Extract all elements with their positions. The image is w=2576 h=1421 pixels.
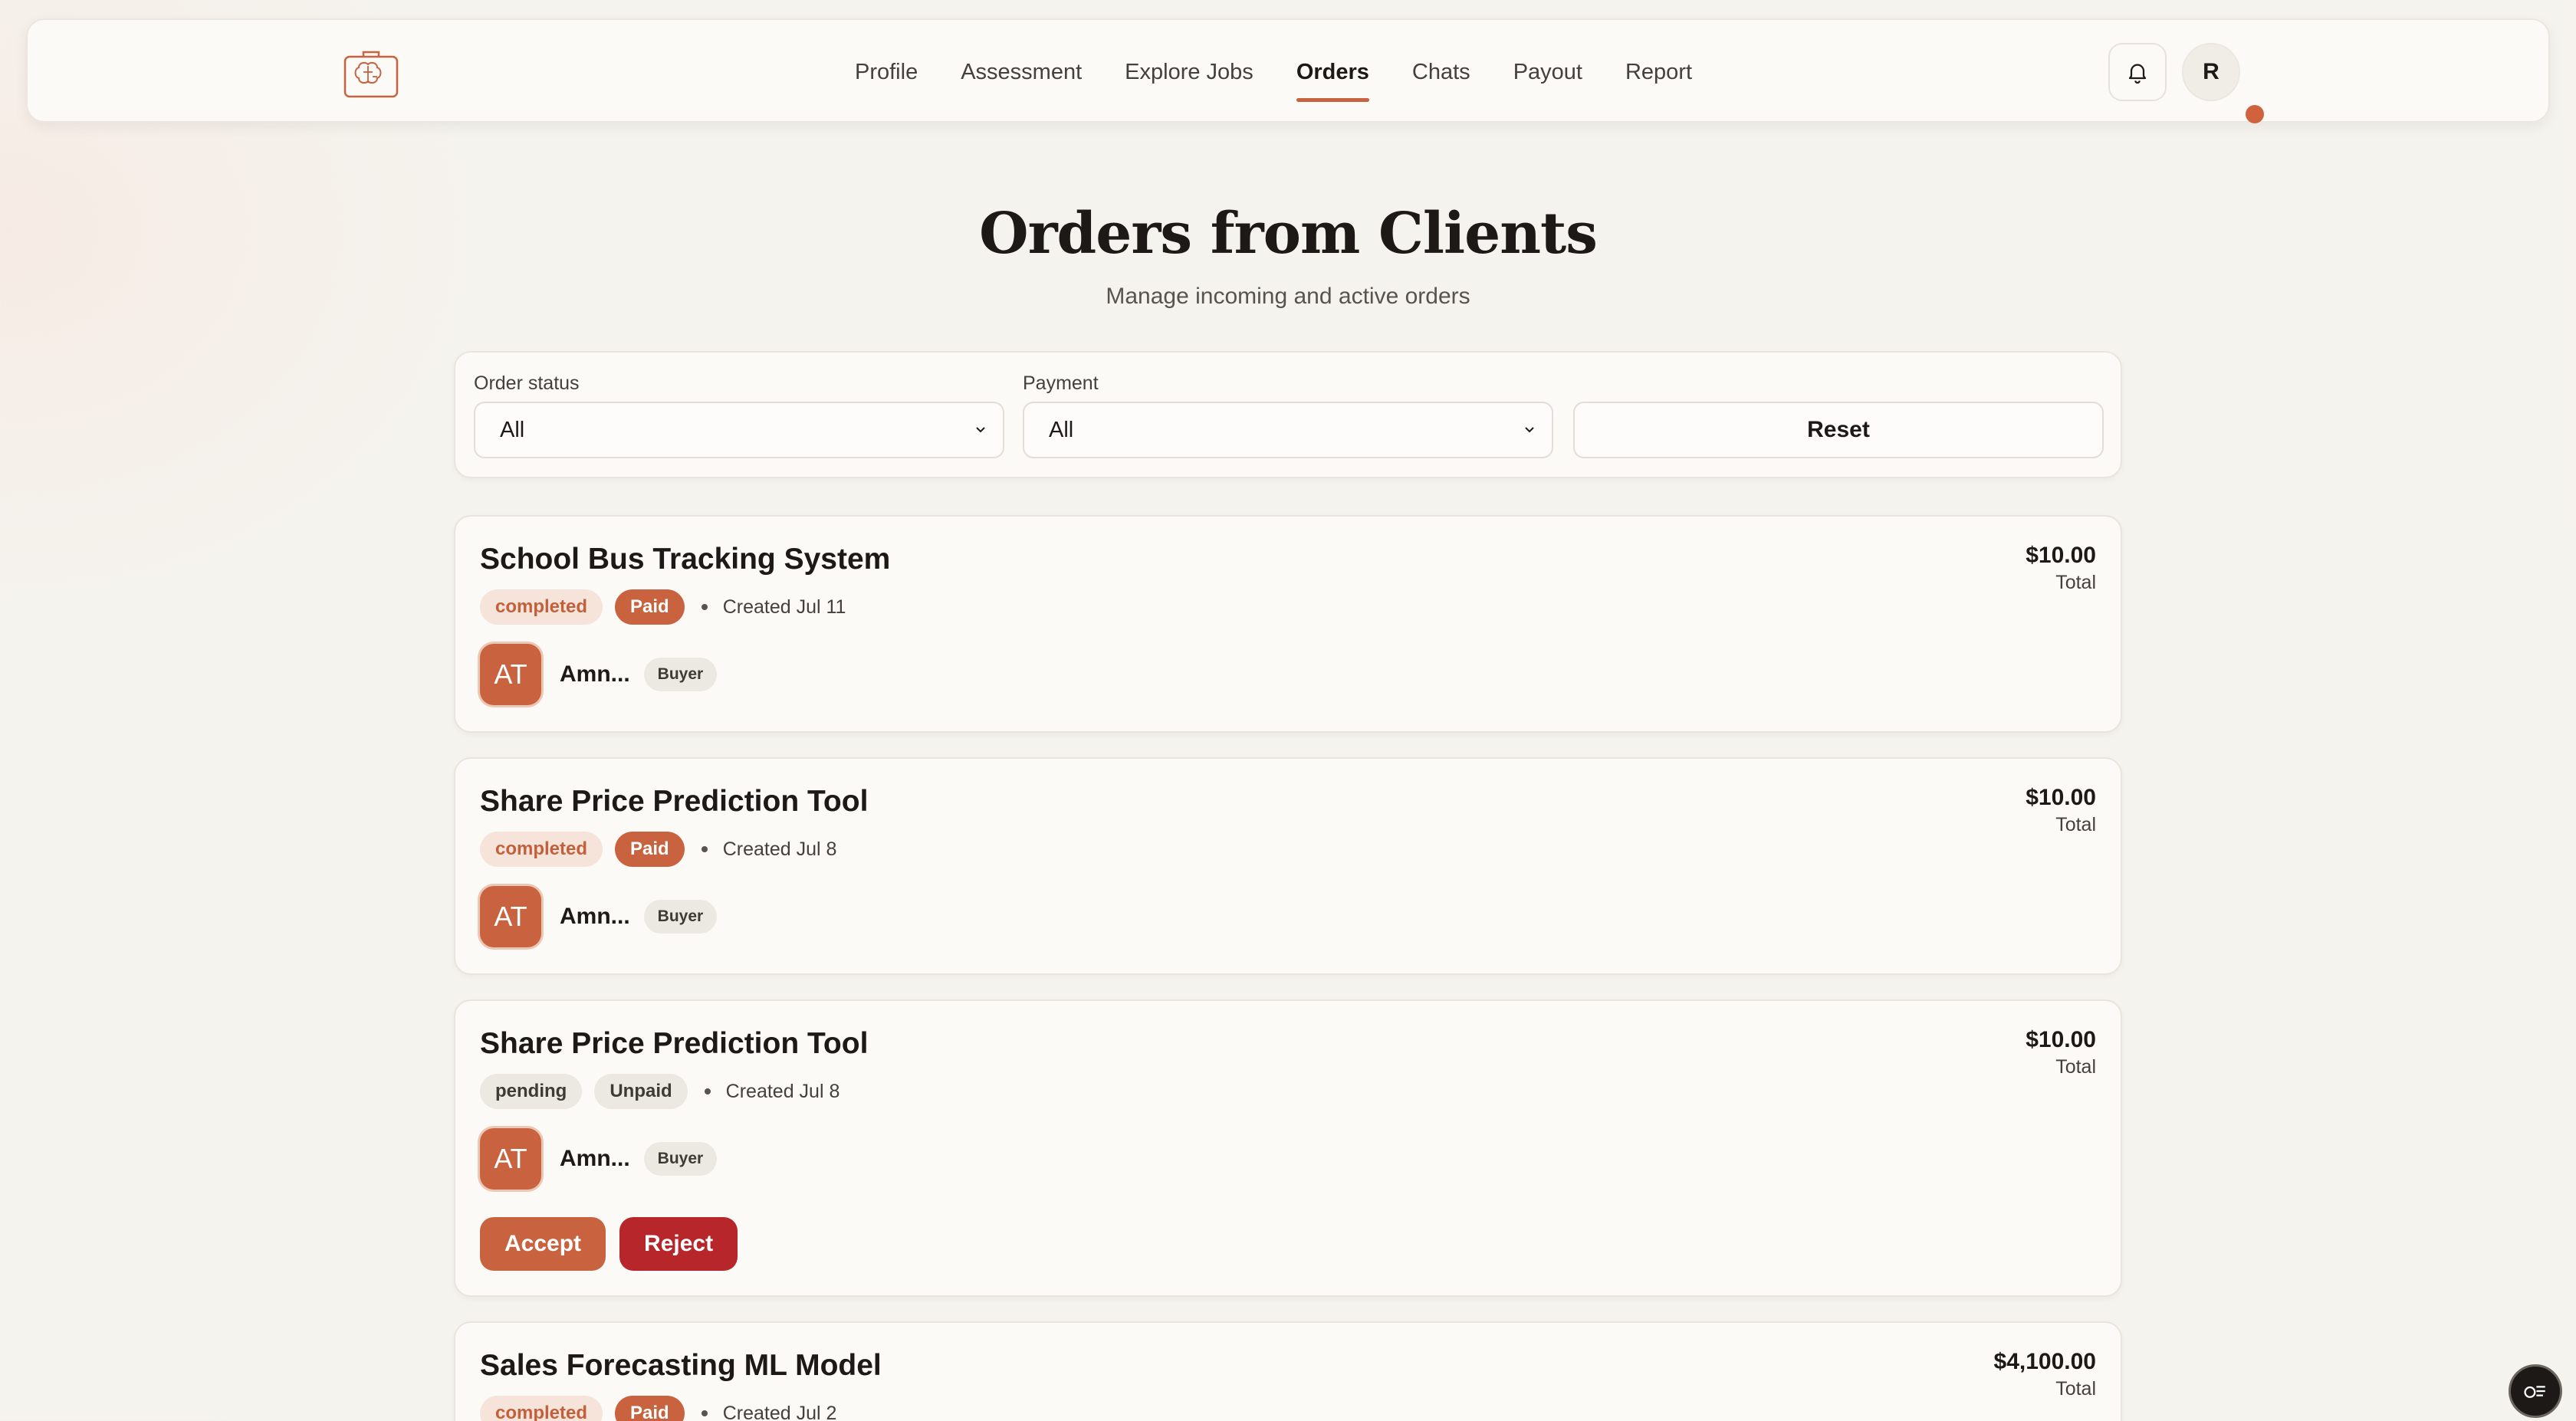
client-name: Amn... <box>560 904 630 929</box>
order-amount: $10.00 <box>2026 785 2096 810</box>
status-badge: completed <box>480 832 603 867</box>
client-name: Amn... <box>560 661 630 687</box>
order-status-label: Order status <box>474 372 580 394</box>
order-status-select[interactable]: All <box>474 402 1004 458</box>
order-status-value: All <box>500 418 525 442</box>
status-badge: completed <box>480 589 603 625</box>
brain-logo-icon[interactable] <box>342 43 400 101</box>
payment-value: All <box>1049 418 1074 442</box>
client-avatar: AT <box>480 644 541 705</box>
chevron-down-icon <box>1525 427 1534 433</box>
separator-dot <box>704 1088 711 1094</box>
floating-chat-button[interactable] <box>2509 1364 2562 1418</box>
separator-dot <box>701 1410 708 1416</box>
client-name: Amn... <box>560 1146 630 1171</box>
status-badge: pending <box>480 1074 583 1109</box>
payment-badge: Paid <box>615 589 685 625</box>
payment-select[interactable]: All <box>1023 402 1553 458</box>
order-total-label: Total <box>2055 1056 2096 1078</box>
status-dot <box>2246 105 2264 123</box>
page-subtitle: Manage incoming and active orders <box>1106 284 1470 309</box>
nav-orders[interactable]: Orders <box>1296 20 1370 124</box>
page-title: Orders from Clients <box>979 201 1598 267</box>
main-nav: Profile Assessment Explore Jobs Orders C… <box>855 20 1735 124</box>
order-total-label: Total <box>2055 814 2096 835</box>
order-total-label: Total <box>2055 1378 2096 1400</box>
notifications-button[interactable] <box>2108 43 2167 101</box>
user-avatar-button[interactable]: R <box>2182 43 2240 101</box>
created-date: Created Jul 2 <box>722 1402 837 1421</box>
client-avatar: AT <box>480 886 541 947</box>
filters-panel: Order status All Payment All Reset <box>454 351 2122 478</box>
chevron-down-icon <box>976 427 985 433</box>
nav-payout[interactable]: Payout <box>1513 20 1582 124</box>
order-badges: pending Unpaid Created Jul 8 <box>480 1073 840 1110</box>
payment-label: Payment <box>1023 372 1099 394</box>
created-date: Created Jul 8 <box>725 1080 840 1102</box>
order-card[interactable]: Share Price Prediction Tool $10.00 Total… <box>454 999 2122 1297</box>
order-title: Share Price Prediction Tool <box>480 785 869 818</box>
order-title: Share Price Prediction Tool <box>480 1027 869 1060</box>
role-badge: Buyer <box>643 1142 718 1176</box>
payment-badge: Paid <box>615 1396 685 1421</box>
nav-assessment[interactable]: Assessment <box>961 20 1082 124</box>
order-card[interactable]: Sales Forecasting ML Model $4,100.00 Tot… <box>454 1321 2122 1421</box>
client-row: AT Amn... Buyer <box>480 1128 718 1190</box>
order-badges: completed Paid Created Jul 11 <box>480 589 846 625</box>
separator-dot <box>701 604 708 610</box>
nav-explore-jobs[interactable]: Explore Jobs <box>1125 20 1254 124</box>
order-amount: $4,100.00 <box>1993 1349 2096 1374</box>
order-amount: $10.00 <box>2026 543 2096 568</box>
client-row: AT Amn... Buyer <box>480 886 718 947</box>
reject-button[interactable]: Reject <box>619 1217 738 1271</box>
order-title: School Bus Tracking System <box>480 543 891 576</box>
role-badge: Buyer <box>643 658 718 691</box>
client-row: AT Amn... Buyer <box>480 644 718 705</box>
bell-icon <box>2128 64 2147 84</box>
nav-report[interactable]: Report <box>1625 20 1692 124</box>
nav-profile[interactable]: Profile <box>855 20 918 124</box>
chat-list-icon <box>2524 1386 2545 1398</box>
payment-badge: Paid <box>615 832 685 867</box>
status-badge: completed <box>480 1396 603 1421</box>
client-avatar: AT <box>480 1128 541 1190</box>
order-badges: completed Paid Created Jul 8 <box>480 831 836 868</box>
order-amount: $10.00 <box>2026 1027 2096 1052</box>
created-date: Created Jul 11 <box>722 596 846 618</box>
order-actions: Accept Reject <box>480 1217 738 1271</box>
order-card[interactable]: Share Price Prediction Tool $10.00 Total… <box>454 757 2122 975</box>
payment-badge: Unpaid <box>594 1074 688 1109</box>
separator-dot <box>701 846 708 852</box>
top-navbar: Profile Assessment Explore Jobs Orders C… <box>26 18 2550 123</box>
nav-chats[interactable]: Chats <box>1412 20 1470 124</box>
order-card[interactable]: School Bus Tracking System $10.00 Total … <box>454 515 2122 733</box>
order-title: Sales Forecasting ML Model <box>480 1349 882 1382</box>
order-total-label: Total <box>2055 572 2096 593</box>
created-date: Created Jul 8 <box>722 838 837 860</box>
accept-button[interactable]: Accept <box>480 1217 606 1271</box>
order-badges: completed Paid Created Jul 2 <box>480 1395 836 1421</box>
reset-button[interactable]: Reset <box>1573 402 2104 458</box>
role-badge: Buyer <box>643 900 718 934</box>
